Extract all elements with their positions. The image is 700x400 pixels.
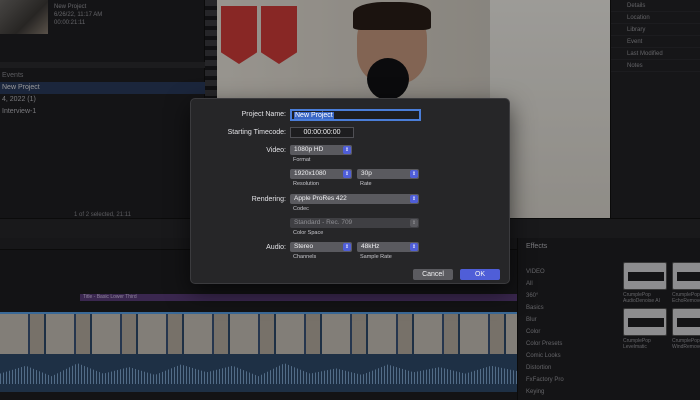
chevron-updown-icon: ⇕: [410, 243, 418, 251]
video-format-popup[interactable]: 1080p HD ⇕: [290, 145, 352, 155]
sample-rate-caption: Sample Rate: [360, 254, 392, 260]
sample-rate-popup[interactable]: 48kHz ⇕: [357, 242, 419, 252]
channels-popup[interactable]: Stereo ⇕: [290, 242, 352, 252]
color-space-caption: Color Space: [293, 230, 324, 236]
chevron-updown-icon: ⇕: [343, 243, 351, 251]
resolution-value: 1920x1080: [294, 170, 327, 177]
audio-label: Audio:: [266, 244, 286, 251]
channels-caption: Channels: [293, 254, 317, 260]
rate-popup[interactable]: 30p ⇕: [357, 169, 419, 179]
project-name-label: Project Name:: [241, 111, 286, 118]
starting-timecode-field[interactable]: 00:00:00:00: [290, 127, 354, 138]
cancel-button[interactable]: Cancel: [413, 269, 453, 280]
starting-timecode-label: Starting Timecode:: [227, 129, 286, 136]
rate-caption: Rate: [360, 181, 372, 187]
new-project-dialog: Project Name: New Project Starting Timec…: [190, 98, 510, 284]
video-label: Video:: [266, 147, 286, 154]
codec-caption: Codec: [293, 206, 309, 212]
chevron-updown-icon: ⇕: [343, 146, 351, 154]
color-space-popup: Standard - Rec. 709 ⇕: [290, 218, 419, 228]
format-caption: Format: [293, 157, 311, 163]
codec-popup[interactable]: Apple ProRes 422 ⇕: [290, 194, 419, 204]
color-space-value: Standard - Rec. 709: [294, 219, 353, 226]
sample-rate-value: 48kHz: [361, 243, 380, 250]
rendering-label: Rendering:: [251, 196, 286, 203]
video-format-value: 1080p HD: [294, 146, 324, 153]
rate-value: 30p: [361, 170, 372, 177]
resolution-popup[interactable]: 1920x1080 ⇕: [290, 169, 352, 179]
ok-button[interactable]: OK: [460, 269, 500, 280]
resolution-caption: Resolution: [293, 181, 319, 187]
project-name-field[interactable]: New Project: [290, 109, 421, 121]
chevron-updown-icon: ⇕: [410, 195, 418, 203]
chevron-updown-icon: ⇕: [343, 170, 351, 178]
project-name-value: New Project: [294, 112, 334, 119]
channels-value: Stereo: [294, 243, 314, 250]
chevron-updown-icon: ⇕: [410, 170, 418, 178]
chevron-updown-icon: ⇕: [410, 219, 418, 227]
codec-value: Apple ProRes 422: [294, 195, 347, 202]
